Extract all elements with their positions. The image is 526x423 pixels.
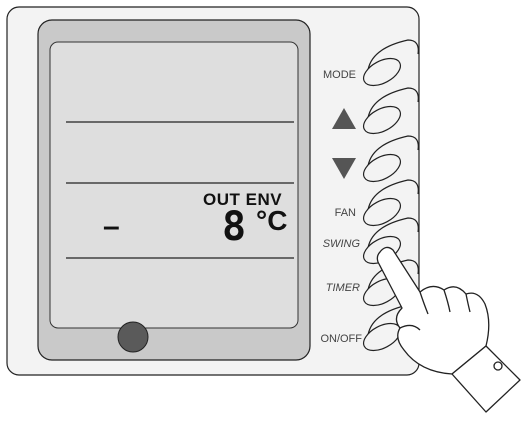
lcd-dash: – [103, 210, 120, 243]
fan-button-label: FAN [334, 207, 356, 219]
timer-button-label: TIMER [325, 282, 360, 294]
controller-stage: OUT ENV – 8 °C MODE FAN SWING TIMER ON/O… [0, 0, 526, 418]
cuff-button-icon [493, 361, 503, 371]
lcd-temperature-value: 8 [222, 204, 247, 250]
lcd-knob [117, 321, 149, 353]
onoff-button-label: ON/OFF [320, 333, 362, 345]
mode-button-label: MODE [323, 69, 356, 81]
lcd-screen [49, 41, 299, 329]
swing-button-label: SWING [322, 238, 360, 250]
lcd-temperature-unit: °C [256, 205, 288, 236]
pointing-hand-icon [376, 246, 521, 413]
